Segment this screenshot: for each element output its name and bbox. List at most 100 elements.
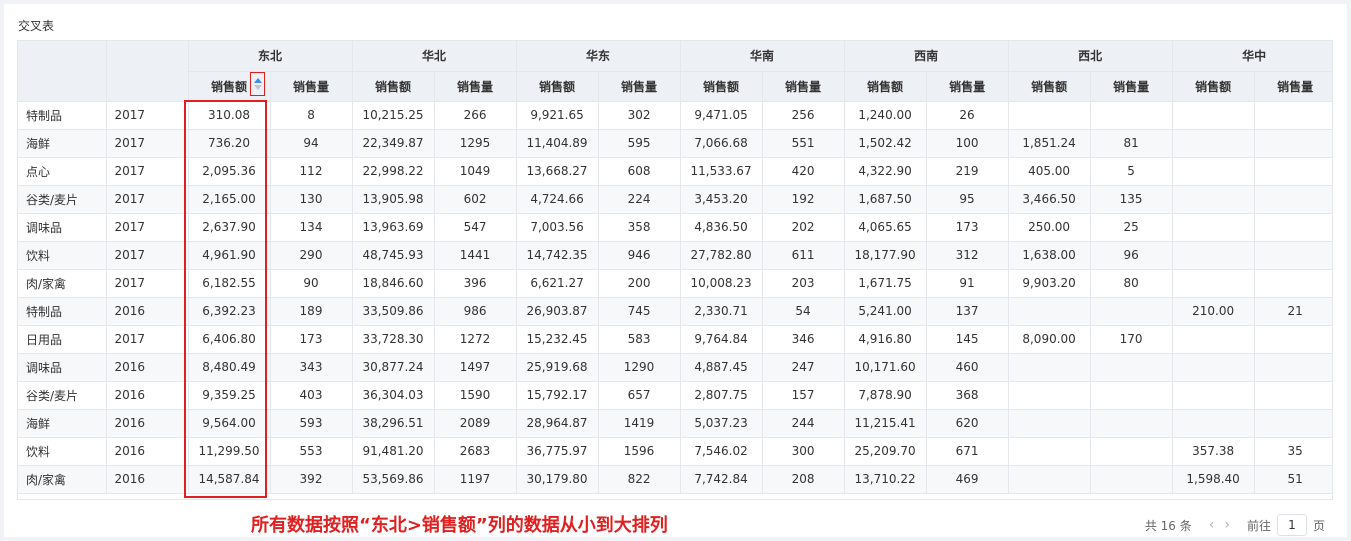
row-year-cell: 2017: [106, 325, 189, 354]
data-cell: [1008, 409, 1091, 438]
data-cell: 134: [270, 213, 353, 242]
data-cell: 30,179.80: [516, 465, 599, 494]
data-cell: 100: [926, 129, 1009, 158]
measure-header[interactable]: 销售量: [926, 71, 1009, 102]
data-cell: [1090, 297, 1173, 326]
data-cell: 173: [926, 213, 1009, 242]
row-category-cell: 调味品: [18, 353, 107, 382]
sort-ascending-icon[interactable]: [253, 78, 262, 83]
data-cell: 2,637.90: [188, 213, 271, 242]
corner-header-year: [106, 41, 189, 102]
data-cell: 173: [270, 325, 353, 354]
data-cell: [1008, 381, 1091, 410]
data-cell: 51: [1254, 465, 1332, 494]
data-cell: 3,466.50: [1008, 185, 1091, 214]
sort-toggle-dongbei-sales[interactable]: [250, 72, 265, 96]
crosstab-table-wrap[interactable]: 东北 华北 华东 华南 西南 西北 华中 销售额 销售量 销售额 销售量 销售额 销售量 销售额 销售量销…: [17, 40, 1333, 500]
table-row: 特制品 2016 6,392.23 189 33,509.86 986 26,903.87 7…: [18, 297, 1332, 326]
data-cell: 36,775.97: [516, 437, 599, 466]
measure-header[interactable]: 销售量: [598, 71, 681, 102]
measure-header[interactable]: 销售量: [762, 71, 845, 102]
row-year-cell: 2017: [106, 241, 189, 270]
sort-descending-icon[interactable]: [253, 85, 262, 90]
data-cell: 1590: [434, 381, 517, 410]
data-cell: 620: [926, 409, 1009, 438]
data-cell: 210.00: [1172, 297, 1255, 326]
data-cell: 547: [434, 213, 517, 242]
data-cell: 4,916.80: [844, 325, 927, 354]
data-cell: 602: [434, 185, 517, 214]
measure-header[interactable]: 销售额: [680, 71, 763, 102]
data-cell: 7,066.68: [680, 129, 763, 158]
data-cell: 9,359.25: [188, 381, 271, 410]
data-cell: 91: [926, 269, 1009, 298]
data-cell: [1008, 101, 1091, 130]
measure-header[interactable]: 销售量: [1090, 71, 1173, 102]
next-page-icon[interactable]: ›: [1224, 517, 1230, 533]
data-cell: [1172, 325, 1255, 354]
measure-header[interactable]: 销售额: [1172, 71, 1255, 102]
data-cell: [1254, 409, 1332, 438]
data-cell: 94: [270, 129, 353, 158]
prev-page-icon[interactable]: ‹: [1209, 517, 1215, 533]
data-cell: [1008, 297, 1091, 326]
data-cell: 396: [434, 269, 517, 298]
table-row: 谷类/麦片 2016 9,359.25 403 36,304.03 1590 15,792.…: [18, 381, 1332, 410]
data-cell: 1,638.00: [1008, 241, 1091, 270]
data-cell: 4,322.90: [844, 157, 927, 186]
data-cell: 200: [598, 269, 681, 298]
data-cell: 405.00: [1008, 157, 1091, 186]
data-cell: 9,564.00: [188, 409, 271, 438]
data-cell: 593: [270, 409, 353, 438]
page-unit-label: 页: [1312, 518, 1325, 533]
data-cell: 18,846.60: [352, 269, 435, 298]
region-header: 西北: [1008, 41, 1173, 72]
row-category-cell: 肉/家禽: [18, 465, 107, 494]
data-cell: 7,003.56: [516, 213, 599, 242]
region-header: 华东: [516, 41, 681, 72]
measure-header[interactable]: 销售额: [844, 71, 927, 102]
measure-header[interactable]: 销售量: [270, 71, 353, 102]
data-cell: 611: [762, 241, 845, 270]
data-cell: 157: [762, 381, 845, 410]
page-number-input[interactable]: [1276, 514, 1307, 536]
data-cell: 1,851.24: [1008, 129, 1091, 158]
data-cell: 36,304.03: [352, 381, 435, 410]
data-cell: 53,569.86: [352, 465, 435, 494]
data-cell: 10,215.25: [352, 101, 435, 130]
data-cell: 27,782.80: [680, 241, 763, 270]
data-cell: 8,480.49: [188, 353, 271, 382]
data-cell: 358: [598, 213, 681, 242]
data-cell: [1254, 241, 1332, 270]
data-cell: 33,728.30: [352, 325, 435, 354]
data-cell: [1254, 157, 1332, 186]
measure-header[interactable]: 销售量: [434, 71, 517, 102]
table-row: 日用品 2017 6,406.80 173 33,728.30 1272 15,232.45…: [18, 325, 1332, 354]
data-cell: 208: [762, 465, 845, 494]
measure-header[interactable]: 销售额: [516, 71, 599, 102]
data-cell: 583: [598, 325, 681, 354]
row-category-cell: 海鲜: [18, 409, 107, 438]
measure-header[interactable]: 销售额: [1008, 71, 1091, 102]
table-row: 饮料 2017 4,961.90 290 48,745.93 1441 14,742.35 9…: [18, 241, 1332, 270]
data-cell: 15,792.17: [516, 381, 599, 410]
data-cell: 1596: [598, 437, 681, 466]
data-cell: 145: [926, 325, 1009, 354]
data-cell: 137: [926, 297, 1009, 326]
data-cell: [1172, 409, 1255, 438]
data-cell: 244: [762, 409, 845, 438]
data-cell: 312: [926, 241, 1009, 270]
data-cell: 2,165.00: [188, 185, 271, 214]
data-cell: 469: [926, 465, 1009, 494]
data-cell: 28,964.87: [516, 409, 599, 438]
data-cell: 595: [598, 129, 681, 158]
data-cell: [1172, 157, 1255, 186]
data-cell: 247: [762, 353, 845, 382]
data-cell: [1090, 465, 1173, 494]
measure-header[interactable]: 销售量: [1254, 71, 1332, 102]
data-cell: 10,008.23: [680, 269, 763, 298]
data-cell: [1254, 381, 1332, 410]
data-cell: 1,502.42: [844, 129, 927, 158]
measure-header[interactable]: 销售额: [352, 71, 435, 102]
data-cell: 357.38: [1172, 437, 1255, 466]
